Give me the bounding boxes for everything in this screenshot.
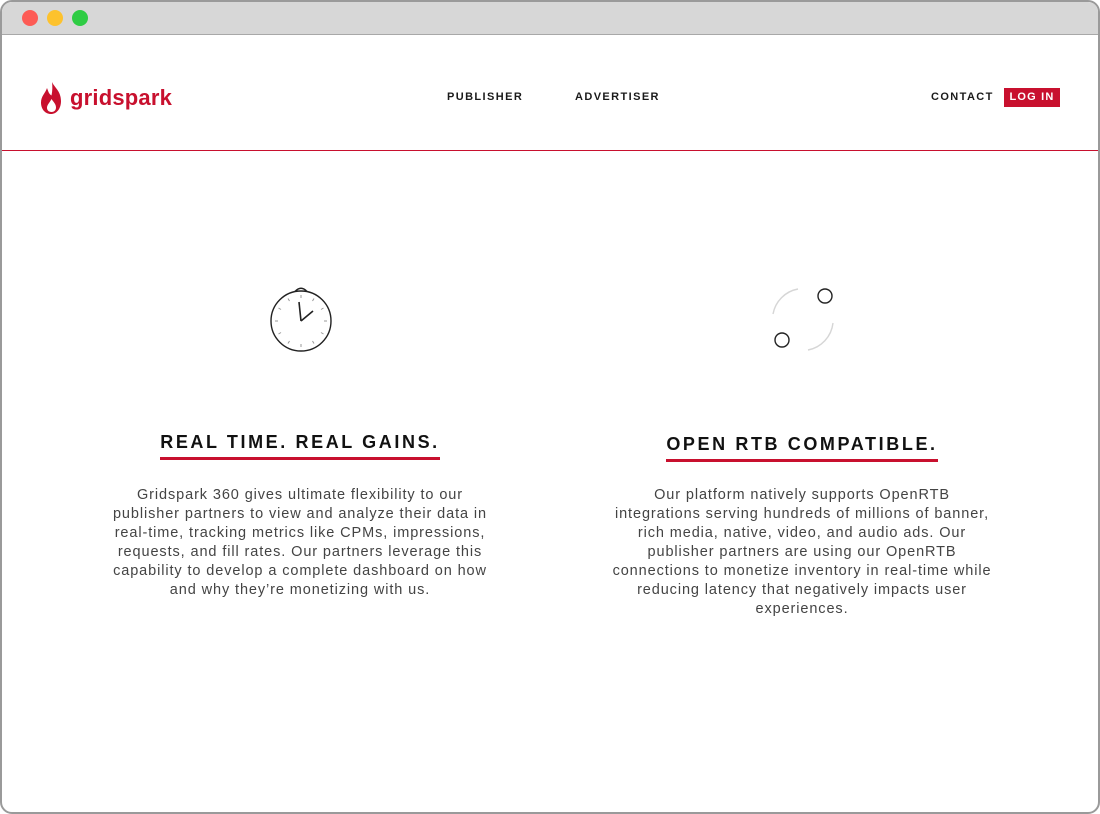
nav-contact-link[interactable]: CONTACT: [931, 91, 994, 103]
browser-window: gridspark PUBLISHER ADVERTISER CONTACT L…: [0, 0, 1100, 814]
nav-publisher-link[interactable]: PUBLISHER: [447, 91, 523, 103]
gridspark-logo[interactable]: gridspark: [39, 81, 172, 115]
stopwatch-icon: [270, 287, 332, 352]
minimize-window-button[interactable]: [47, 10, 63, 26]
brand-name: gridspark: [70, 85, 173, 110]
sync-circles-icon: [772, 288, 834, 351]
site-header: gridspark PUBLISHER ADVERTISER CONTACT L…: [2, 35, 1098, 151]
maximize-window-button[interactable]: [72, 10, 88, 26]
flame-icon: [41, 82, 61, 114]
feature-title: OPEN RTB COMPATIBLE.: [666, 434, 938, 462]
feature-real-time: REAL TIME. REAL GAINS. Gridspark 360 giv…: [100, 432, 500, 600]
nav-advertiser-link[interactable]: ADVERTISER: [575, 91, 660, 103]
feature-title: REAL TIME. REAL GAINS.: [160, 432, 440, 460]
login-button[interactable]: LOG IN: [1004, 88, 1060, 107]
feature-description: Gridspark 360 gives ultimate flexibility…: [112, 487, 488, 598]
feature-open-rtb: OPEN RTB COMPATIBLE. Our platform native…: [602, 434, 1002, 619]
window-titlebar: [2, 2, 1098, 35]
feature-description: Our platform natively supports OpenRTB i…: [612, 487, 992, 617]
close-window-button[interactable]: [22, 10, 38, 26]
